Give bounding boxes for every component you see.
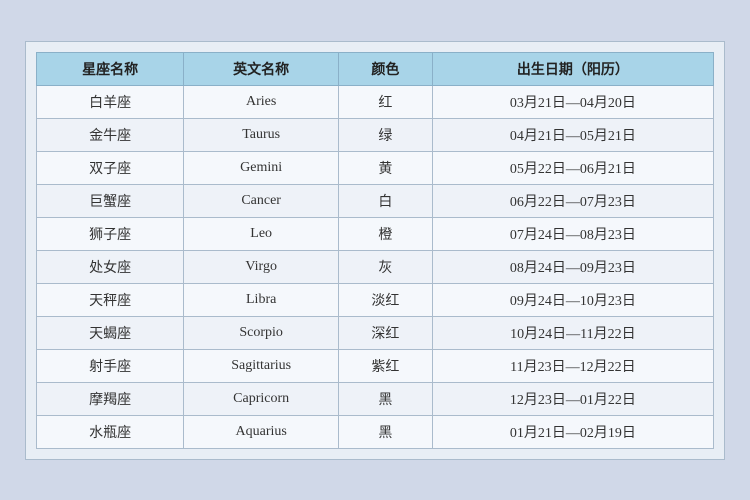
table-cell: 天秤座: [37, 283, 184, 316]
table-cell: 紫红: [339, 349, 433, 382]
table-cell: 01月21日—02月19日: [432, 415, 713, 448]
table-cell: 07月24日—08月23日: [432, 217, 713, 250]
col-header-color: 颜色: [339, 52, 433, 85]
table-cell: 深红: [339, 316, 433, 349]
table-cell: 05月22日—06月21日: [432, 151, 713, 184]
table-cell: 金牛座: [37, 118, 184, 151]
table-cell: 巨蟹座: [37, 184, 184, 217]
table-cell: 11月23日—12月22日: [432, 349, 713, 382]
table-row: 水瓶座Aquarius黑01月21日—02月19日: [37, 415, 714, 448]
table-cell: 绿: [339, 118, 433, 151]
table-cell: 12月23日—01月22日: [432, 382, 713, 415]
table-cell: Cancer: [184, 184, 339, 217]
table-cell: 射手座: [37, 349, 184, 382]
table-header-row: 星座名称 英文名称 颜色 出生日期（阳历）: [37, 52, 714, 85]
table-cell: Scorpio: [184, 316, 339, 349]
col-header-english: 英文名称: [184, 52, 339, 85]
table-cell: Libra: [184, 283, 339, 316]
table-cell: 白羊座: [37, 85, 184, 118]
table-cell: Virgo: [184, 250, 339, 283]
table-cell: Leo: [184, 217, 339, 250]
table-cell: Sagittarius: [184, 349, 339, 382]
col-header-chinese: 星座名称: [37, 52, 184, 85]
table-cell: 黑: [339, 415, 433, 448]
table-cell: 03月21日—04月20日: [432, 85, 713, 118]
table-cell: Taurus: [184, 118, 339, 151]
table-row: 射手座Sagittarius紫红11月23日—12月22日: [37, 349, 714, 382]
table-cell: Aquarius: [184, 415, 339, 448]
table-cell: 09月24日—10月23日: [432, 283, 713, 316]
table-cell: 水瓶座: [37, 415, 184, 448]
table-row: 双子座Gemini黄05月22日—06月21日: [37, 151, 714, 184]
table-cell: 红: [339, 85, 433, 118]
table-cell: Aries: [184, 85, 339, 118]
table-row: 处女座Virgo灰08月24日—09月23日: [37, 250, 714, 283]
col-header-date: 出生日期（阳历）: [432, 52, 713, 85]
table-row: 摩羯座Capricorn黑12月23日—01月22日: [37, 382, 714, 415]
table-cell: Capricorn: [184, 382, 339, 415]
table-cell: 淡红: [339, 283, 433, 316]
table-cell: 双子座: [37, 151, 184, 184]
table-cell: 狮子座: [37, 217, 184, 250]
table-row: 天蝎座Scorpio深红10月24日—11月22日: [37, 316, 714, 349]
table-row: 巨蟹座Cancer白06月22日—07月23日: [37, 184, 714, 217]
table-cell: 10月24日—11月22日: [432, 316, 713, 349]
table-cell: 橙: [339, 217, 433, 250]
table-cell: 摩羯座: [37, 382, 184, 415]
table-cell: 04月21日—05月21日: [432, 118, 713, 151]
table-row: 狮子座Leo橙07月24日—08月23日: [37, 217, 714, 250]
table-row: 金牛座Taurus绿04月21日—05月21日: [37, 118, 714, 151]
main-container: 星座名称 英文名称 颜色 出生日期（阳历） 白羊座Aries红03月21日—04…: [25, 41, 725, 460]
table-cell: 天蝎座: [37, 316, 184, 349]
table-cell: 06月22日—07月23日: [432, 184, 713, 217]
table-row: 天秤座Libra淡红09月24日—10月23日: [37, 283, 714, 316]
table-cell: Gemini: [184, 151, 339, 184]
table-cell: 黑: [339, 382, 433, 415]
table-cell: 黄: [339, 151, 433, 184]
table-cell: 灰: [339, 250, 433, 283]
table-cell: 处女座: [37, 250, 184, 283]
table-cell: 白: [339, 184, 433, 217]
table-row: 白羊座Aries红03月21日—04月20日: [37, 85, 714, 118]
zodiac-table: 星座名称 英文名称 颜色 出生日期（阳历） 白羊座Aries红03月21日—04…: [36, 52, 714, 449]
table-cell: 08月24日—09月23日: [432, 250, 713, 283]
